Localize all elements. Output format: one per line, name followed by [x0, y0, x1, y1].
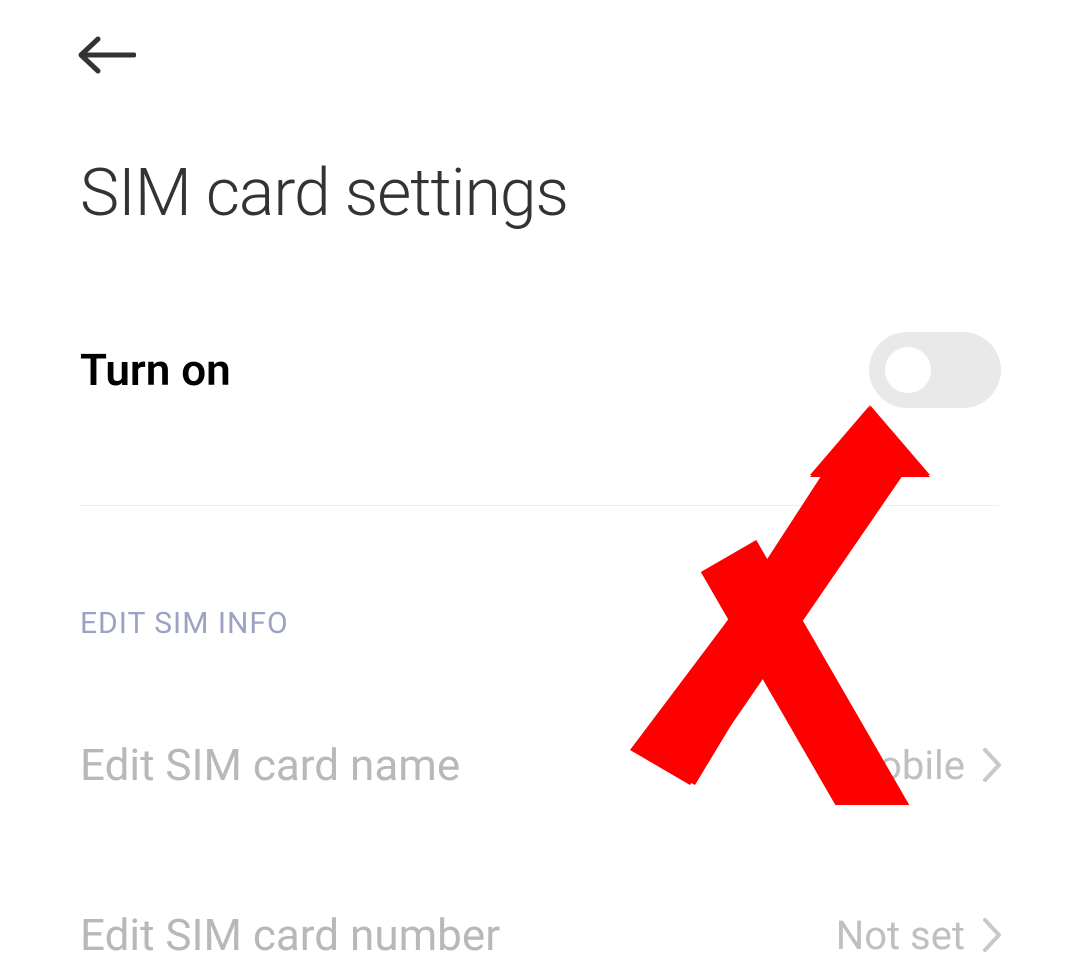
page-title: SIM card settings [80, 155, 568, 232]
setting-row-edit-sim-number[interactable]: Edit SIM card number Not set [80, 905, 1001, 965]
chevron-right-icon [983, 748, 1001, 782]
section-header-edit-sim-info: EDIT SIM INFO [80, 606, 289, 641]
turn-on-row: Turn on [80, 330, 1001, 410]
back-arrow-icon [78, 36, 136, 74]
turn-on-label: Turn on [80, 344, 231, 396]
turn-on-toggle[interactable] [869, 332, 1001, 408]
setting-value-wrap: Not set [836, 912, 1001, 959]
setting-value: 9Mobile [822, 742, 965, 789]
divider [80, 505, 999, 506]
setting-value: Not set [836, 912, 965, 959]
setting-row-edit-sim-name[interactable]: Edit SIM card name 9Mobile [80, 735, 1001, 795]
setting-label: Edit SIM card name [80, 739, 460, 791]
setting-value-wrap: 9Mobile [822, 742, 1001, 789]
toggle-knob [885, 347, 931, 393]
back-button[interactable] [78, 35, 138, 75]
chevron-right-icon [983, 918, 1001, 952]
setting-label: Edit SIM card number [80, 909, 500, 961]
